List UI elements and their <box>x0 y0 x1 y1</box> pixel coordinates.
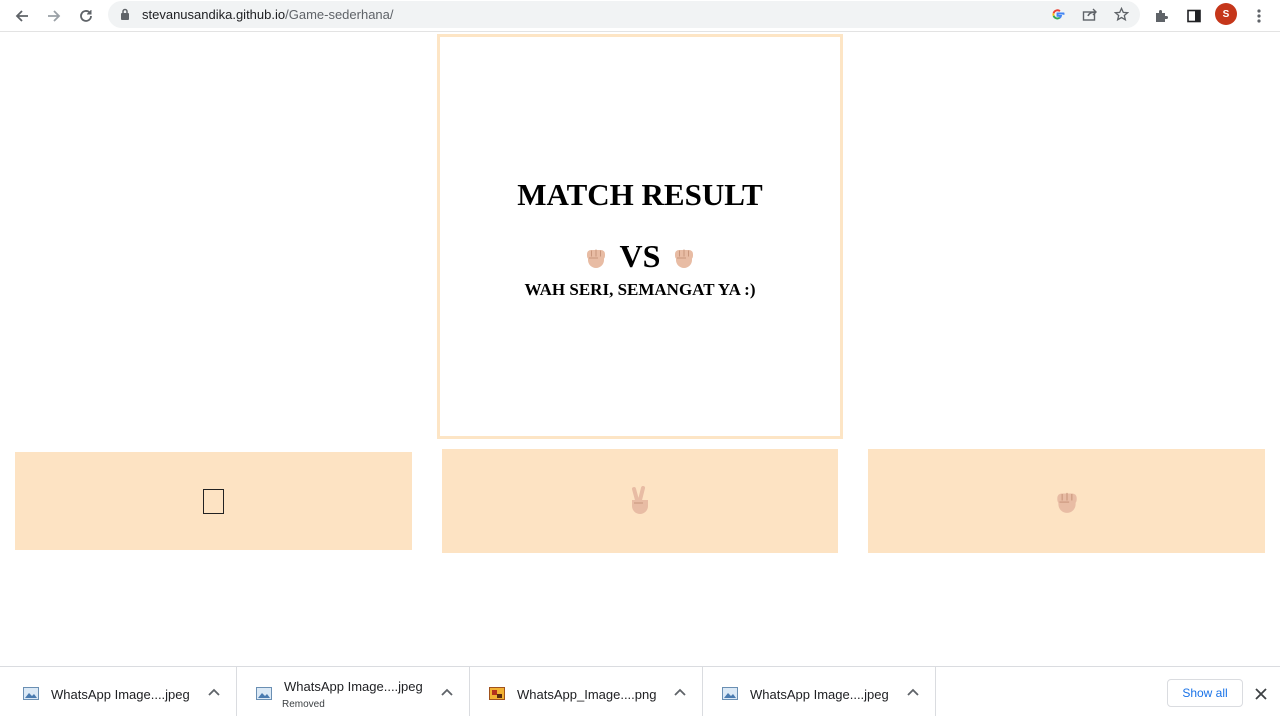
side-panel-button[interactable] <box>1182 4 1206 28</box>
download-item[interactable]: WhatsApp Image....jpeg <box>702 667 936 716</box>
chevron-up-icon[interactable] <box>207 687 221 697</box>
back-button[interactable] <box>10 4 34 28</box>
download-item[interactable]: WhatsApp Image....jpeg Removed <box>236 667 470 716</box>
vs-label: VS <box>619 238 661 274</box>
url-path: /Game-sederhana/ <box>285 7 394 22</box>
reload-button[interactable] <box>74 4 98 28</box>
fist-icon <box>675 249 694 268</box>
reload-icon <box>80 10 92 22</box>
download-filename: WhatsApp Image....jpeg <box>284 679 423 694</box>
browser-toolbar: stevanusandika.github.io/Game-sederhana/… <box>0 0 1280 32</box>
url-host: stevanusandika.github.io <box>142 7 286 22</box>
lock-icon <box>121 8 129 20</box>
download-filename: WhatsApp_Image....png <box>517 687 657 702</box>
url-text: stevanusandika.github.io/Game-sederhana/ <box>142 7 394 22</box>
show-all-button[interactable]: Show all <box>1167 679 1243 707</box>
star-icon[interactable] <box>1114 7 1129 22</box>
chevron-up-icon[interactable] <box>440 687 454 697</box>
arrow-left-icon <box>15 10 28 22</box>
download-item[interactable]: WhatsApp Image....jpeg <box>3 667 237 716</box>
choice-scissors-button[interactable] <box>442 449 838 553</box>
profile-avatar[interactable]: S <box>1215 3 1237 25</box>
share-icon[interactable] <box>1082 7 1098 22</box>
download-filename: WhatsApp Image....jpeg <box>51 687 190 702</box>
puzzle-icon <box>1156 10 1168 22</box>
fist-icon <box>1056 492 1077 513</box>
address-bar[interactable]: stevanusandika.github.io/Game-sederhana/ <box>108 1 1140 28</box>
peace-hand-icon <box>632 486 648 514</box>
fist-icon <box>586 249 605 268</box>
arrow-right-icon <box>48 10 61 22</box>
choice-rock-button[interactable] <box>868 449 1265 553</box>
side-panel-icon <box>1187 9 1201 23</box>
chevron-up-icon[interactable] <box>906 687 920 697</box>
image-file-icon <box>722 687 738 700</box>
download-item[interactable]: WhatsApp_Image....png <box>469 667 703 716</box>
choice-paper-button[interactable] <box>15 452 412 550</box>
vs-row: VS <box>440 238 840 275</box>
google-icon[interactable] <box>1050 7 1065 22</box>
forward-button[interactable] <box>42 4 66 28</box>
download-status: Removed <box>282 699 325 710</box>
match-result-title: MATCH RESULT <box>517 177 763 212</box>
more-vertical-icon <box>1257 9 1261 23</box>
chevron-up-icon[interactable] <box>673 687 687 697</box>
png-file-icon <box>489 687 505 700</box>
menu-button[interactable] <box>1247 4 1271 28</box>
missing-glyph-icon <box>203 488 224 514</box>
extensions-button[interactable] <box>1150 4 1174 28</box>
match-result-message: WAH SERI, SEMANGAT YA :) <box>524 280 756 299</box>
download-bar: WhatsApp Image....jpeg WhatsApp Image...… <box>0 666 1280 716</box>
image-file-icon <box>23 687 39 700</box>
image-file-icon <box>256 687 272 700</box>
download-filename: WhatsApp Image....jpeg <box>750 687 889 702</box>
close-icon[interactable] <box>1254 687 1268 701</box>
match-result-panel: MATCH RESULT VS WAH SERI, SEMANGAT YA :) <box>437 34 843 439</box>
